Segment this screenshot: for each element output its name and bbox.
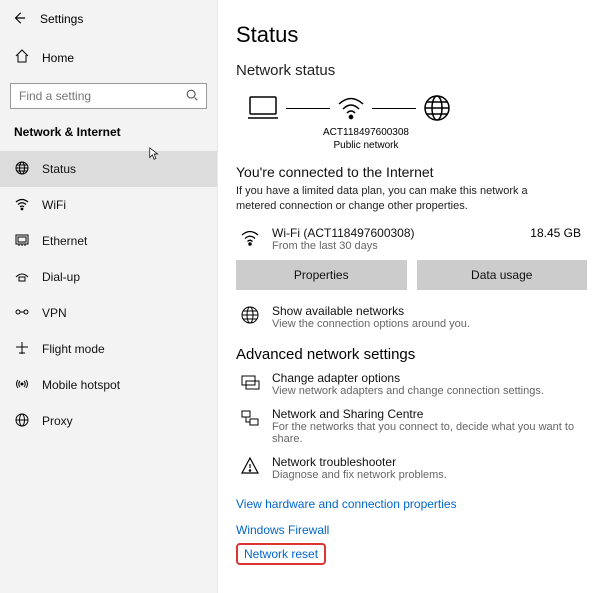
globe-large-icon: [422, 93, 452, 123]
troubleshoot-title: Network troubleshooter: [272, 455, 447, 469]
nav-label: Status: [42, 162, 76, 176]
globe-icon: [240, 304, 260, 328]
nav-label: Flight mode: [42, 342, 105, 356]
airplane-icon: [14, 340, 30, 359]
properties-button[interactable]: Properties: [236, 260, 407, 290]
nav-item-proxy[interactable]: Proxy: [0, 403, 217, 439]
show-networks-item[interactable]: Show available networks View the connect…: [240, 304, 587, 330]
nav-item-hotspot[interactable]: Mobile hotspot: [0, 367, 217, 403]
computer-icon: [246, 94, 280, 122]
dialup-icon: [14, 268, 30, 287]
ethernet-icon: [14, 232, 30, 251]
show-networks-sub: View the connection options around you.: [272, 318, 470, 330]
window-title: Settings: [40, 12, 83, 26]
connection-meta: From the last 30 days: [272, 240, 518, 252]
proxy-icon: [14, 412, 30, 431]
home-label: Home: [42, 51, 74, 65]
wifi-icon: [240, 226, 260, 251]
link-hardware-properties[interactable]: View hardware and connection properties: [236, 497, 457, 511]
nav-item-status[interactable]: Status: [0, 151, 217, 187]
nav-item-flightmode[interactable]: Flight mode: [0, 331, 217, 367]
diagram-ssid: ACT118497600308: [276, 127, 456, 140]
back-icon[interactable]: [12, 11, 26, 28]
adapter-title: Change adapter options: [272, 371, 544, 385]
sharing-centre-item[interactable]: Network and Sharing Centre For the netwo…: [240, 407, 587, 445]
nav-label: VPN: [42, 306, 67, 320]
nav-label: Ethernet: [42, 234, 87, 248]
connected-hint: If you have a limited data plan, you can…: [236, 184, 566, 214]
nav-item-dialup[interactable]: Dial-up: [0, 259, 217, 295]
connected-heading: You're connected to the Internet: [236, 164, 587, 180]
page-title: Status: [236, 22, 587, 48]
nav-item-wifi[interactable]: WiFi: [0, 187, 217, 223]
link-network-reset[interactable]: Network reset: [244, 547, 318, 561]
connection-name: Wi-Fi (ACT118497600308): [272, 226, 518, 240]
sharing-icon: [240, 407, 260, 431]
nav-label: Proxy: [42, 414, 73, 428]
nav-label: WiFi: [42, 198, 66, 212]
adapter-sub: View network adapters and change connect…: [272, 385, 544, 397]
wifi-icon: [14, 196, 30, 215]
wifi-signal-icon: [336, 94, 366, 122]
section-header: Network & Internet: [0, 119, 217, 151]
home-icon: [14, 48, 30, 67]
show-networks-title: Show available networks: [272, 304, 470, 318]
link-windows-firewall[interactable]: Windows Firewall: [236, 523, 329, 537]
nav-item-ethernet[interactable]: Ethernet: [0, 223, 217, 259]
home-button[interactable]: Home: [0, 38, 217, 77]
diagram-network-type: Public network: [276, 140, 456, 153]
search-icon: [185, 88, 199, 102]
data-usage-button[interactable]: Data usage: [417, 260, 588, 290]
globe-icon: [14, 160, 30, 179]
troubleshooter-item[interactable]: Network troubleshooter Diagnose and fix …: [240, 455, 587, 481]
nav-label: Dial-up: [42, 270, 80, 284]
connection-row: Wi-Fi (ACT118497600308) From the last 30…: [240, 226, 587, 252]
search-input[interactable]: [10, 83, 207, 109]
content-pane: Status Network status ACT118497600308 Pu…: [218, 0, 605, 593]
adapter-icon: [240, 371, 260, 395]
vpn-icon: [14, 304, 30, 323]
network-status-heading: Network status: [236, 62, 587, 79]
connection-usage: 18.45 GB: [530, 226, 581, 240]
hotspot-icon: [14, 376, 30, 395]
network-diagram: [236, 89, 587, 125]
sidebar: Settings Home Network & Internet Status: [0, 0, 218, 593]
adapter-options-item[interactable]: Change adapter options View network adap…: [240, 371, 587, 397]
nav-label: Mobile hotspot: [42, 378, 120, 392]
troubleshoot-sub: Diagnose and fix network problems.: [272, 469, 447, 481]
sharing-sub: For the networks that you connect to, de…: [272, 421, 587, 445]
warning-icon: [240, 455, 260, 479]
sharing-title: Network and Sharing Centre: [272, 407, 587, 421]
advanced-heading: Advanced network settings: [236, 346, 587, 363]
nav-item-vpn[interactable]: VPN: [0, 295, 217, 331]
nav-list: Status WiFi Ethernet Dial-up VPN Flight …: [0, 151, 217, 439]
